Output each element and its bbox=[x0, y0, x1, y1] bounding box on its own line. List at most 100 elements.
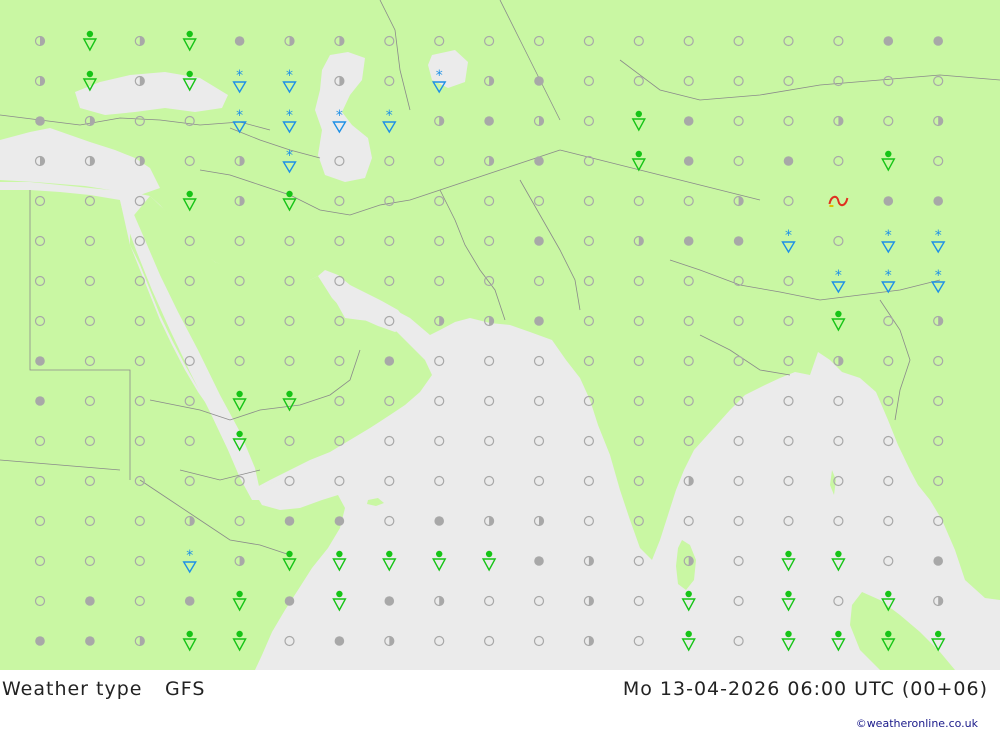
clear-icon bbox=[633, 595, 644, 607]
overcast-icon bbox=[184, 596, 195, 606]
overcast-icon bbox=[334, 516, 345, 526]
clear-icon bbox=[733, 635, 744, 647]
credit-link[interactable]: ©weatheronline.co.uk bbox=[856, 717, 978, 730]
overcast-icon bbox=[733, 236, 744, 246]
clear-icon bbox=[134, 195, 145, 207]
clear-icon bbox=[633, 555, 644, 567]
overcast-icon bbox=[284, 516, 295, 526]
clear-icon bbox=[484, 395, 495, 407]
overcast-icon bbox=[783, 156, 794, 166]
partly-cloudy-icon bbox=[933, 595, 944, 607]
clear-icon bbox=[633, 635, 644, 647]
clear-icon bbox=[933, 515, 944, 527]
clear-icon bbox=[883, 515, 894, 527]
clear-icon bbox=[384, 475, 395, 487]
clear-icon bbox=[434, 475, 445, 487]
clear-icon bbox=[533, 635, 545, 647]
rain-shower-icon bbox=[781, 590, 796, 612]
overcast-icon bbox=[883, 196, 894, 206]
overcast-icon bbox=[683, 116, 694, 126]
clear-icon bbox=[833, 515, 844, 527]
clear-icon bbox=[683, 515, 694, 527]
clear-icon bbox=[434, 635, 445, 647]
map-title: Weather type bbox=[2, 678, 143, 700]
overcast-icon bbox=[883, 36, 894, 46]
rain-shower-icon bbox=[332, 590, 347, 612]
clear-icon bbox=[783, 435, 794, 447]
overcast-icon bbox=[85, 596, 95, 606]
partly-cloudy-icon bbox=[484, 515, 495, 527]
clear-icon bbox=[733, 475, 744, 487]
partly-cloudy-icon bbox=[583, 555, 595, 567]
rain-shower-icon bbox=[781, 550, 796, 572]
clear-icon bbox=[783, 395, 794, 407]
rain-shower-icon bbox=[831, 630, 846, 652]
land-mass bbox=[367, 498, 384, 506]
clear-icon bbox=[434, 435, 445, 447]
overcast-icon bbox=[434, 516, 445, 526]
land-masses bbox=[0, 0, 1000, 670]
rain-shower-icon bbox=[681, 630, 696, 652]
overcast-icon bbox=[534, 76, 544, 86]
overcast-icon bbox=[234, 36, 245, 46]
clear-icon bbox=[284, 635, 295, 647]
overcast-icon bbox=[683, 236, 694, 246]
overcast-icon bbox=[534, 236, 544, 246]
rain-shower-icon bbox=[332, 550, 347, 572]
clear-icon bbox=[883, 555, 894, 567]
overcast-icon bbox=[284, 596, 295, 606]
clear-icon bbox=[883, 435, 894, 447]
partly-cloudy-icon bbox=[583, 595, 595, 607]
clear-icon bbox=[384, 435, 395, 447]
rain-shower-icon bbox=[831, 550, 846, 572]
map-footer: Weather type GFS Mo 13-04-2026 06:00 UTC… bbox=[0, 670, 1000, 733]
clear-icon bbox=[434, 395, 445, 407]
clear-icon bbox=[484, 475, 495, 487]
rain-shower-icon bbox=[681, 590, 696, 612]
valid-time: Mo 13-04-2026 06:00 UTC (00+06) bbox=[622, 678, 988, 700]
overcast-icon bbox=[384, 356, 395, 366]
clear-icon bbox=[833, 595, 844, 607]
overcast-icon bbox=[534, 156, 544, 166]
overcast-icon bbox=[534, 556, 544, 566]
clear-icon bbox=[533, 475, 545, 487]
clear-icon bbox=[484, 435, 495, 447]
clear-icon bbox=[783, 515, 794, 527]
partly-cloudy-icon bbox=[434, 595, 445, 607]
clear-icon bbox=[533, 355, 545, 367]
clear-icon bbox=[583, 435, 595, 447]
partly-cloudy-icon bbox=[683, 475, 694, 487]
overcast-icon bbox=[933, 556, 943, 566]
clear-icon bbox=[484, 635, 495, 647]
clear-icon bbox=[733, 515, 744, 527]
overcast-icon bbox=[35, 356, 45, 366]
overcast-icon bbox=[484, 116, 494, 126]
clear-icon bbox=[833, 395, 844, 407]
partly-cloudy-icon bbox=[583, 635, 595, 647]
rain-shower-icon bbox=[382, 550, 397, 572]
clear-icon bbox=[583, 475, 595, 487]
clear-icon bbox=[484, 595, 495, 607]
clear-icon bbox=[883, 475, 894, 487]
clear-icon bbox=[484, 355, 495, 367]
clear-icon bbox=[533, 595, 545, 607]
overcast-icon bbox=[933, 36, 943, 46]
overcast-icon bbox=[35, 636, 45, 646]
overcast-icon bbox=[334, 636, 345, 646]
clear-icon bbox=[733, 555, 744, 567]
overcast-icon bbox=[35, 396, 45, 406]
clear-icon bbox=[733, 595, 744, 607]
rain-shower-icon bbox=[481, 550, 497, 572]
partly-cloudy-icon bbox=[384, 635, 395, 647]
overcast-icon bbox=[384, 596, 395, 606]
clear-icon bbox=[434, 355, 445, 367]
overcast-icon bbox=[683, 156, 694, 166]
clear-icon bbox=[533, 435, 545, 447]
clear-icon bbox=[533, 395, 545, 407]
clear-icon bbox=[583, 515, 595, 527]
clear-icon bbox=[384, 515, 395, 527]
clear-icon bbox=[733, 435, 744, 447]
rain-shower-icon bbox=[781, 630, 796, 652]
overcast-icon bbox=[534, 316, 544, 326]
clear-icon bbox=[833, 435, 844, 447]
